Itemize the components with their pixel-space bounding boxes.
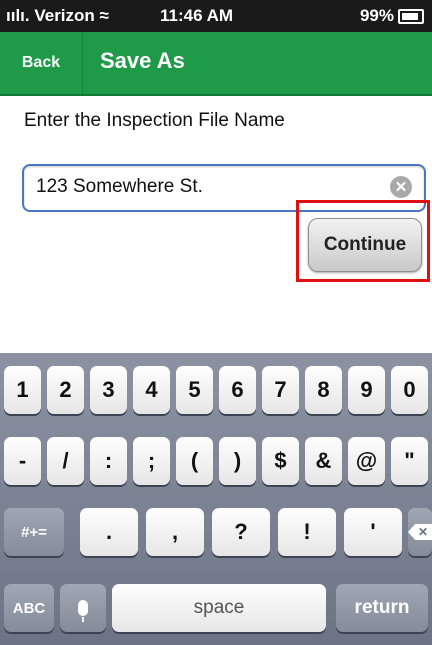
key-quote[interactable]: " [391,437,428,485]
key-symbols-toggle[interactable]: #+= [4,508,64,556]
key-ampersand[interactable]: & [305,437,342,485]
key-question[interactable]: ? [212,508,270,556]
file-name-prompt: Enter the Inspection File Name [24,110,285,131]
key-apostrophe[interactable]: ' [344,508,402,556]
key-8[interactable]: 8 [305,366,342,414]
return-key[interactable]: return [336,584,428,632]
key-open-paren[interactable]: ( [176,437,213,485]
key-slash[interactable]: / [47,437,84,485]
key-semicolon[interactable]: ; [133,437,170,485]
battery-indicator: 99% [360,6,424,26]
battery-percent: 99% [359,6,394,25]
key-1[interactable]: 1 [4,366,41,414]
clock: 11:46 AM [160,6,234,25]
status-bar: ıılı. Verizon ≈ 11:46 AM 99% [0,0,432,32]
key-4[interactable]: 4 [133,366,170,414]
key-period[interactable]: . [80,508,138,556]
key-exclamation[interactable]: ! [278,508,336,556]
key-dash[interactable]: - [4,437,41,485]
carrier-label: ıılı. Verizon ≈ [6,6,109,25]
key-close-paren[interactable]: ) [219,437,256,485]
backspace-key[interactable]: ✕ [408,508,432,556]
key-3[interactable]: 3 [90,366,127,414]
key-9[interactable]: 9 [348,366,385,414]
space-key[interactable]: space [112,584,326,632]
key-7[interactable]: 7 [262,366,299,414]
key-2[interactable]: 2 [47,366,84,414]
clear-icon[interactable]: ✕ [390,176,412,198]
continue-button[interactable]: Continue [308,218,422,272]
backspace-icon: ✕ [408,524,432,540]
keyboard: 1 2 3 4 5 6 7 8 9 0 - / : ; ( ) $ & @ " … [0,353,432,645]
page-title: Save As [100,48,185,73]
key-comma[interactable]: , [146,508,204,556]
back-button[interactable]: Back [0,32,83,94]
file-name-value: 123 Somewhere St. [36,176,203,197]
battery-icon [398,8,424,24]
key-0[interactable]: 0 [391,366,428,414]
key-at[interactable]: @ [348,437,385,485]
key-colon[interactable]: : [90,437,127,485]
key-dollar[interactable]: $ [262,437,299,485]
navigation-bar: Back Save As [0,32,432,96]
microphone-icon [78,600,88,622]
key-abc[interactable]: ABC [4,584,54,632]
key-5[interactable]: 5 [176,366,213,414]
key-6[interactable]: 6 [219,366,256,414]
dictation-key[interactable] [60,584,106,632]
